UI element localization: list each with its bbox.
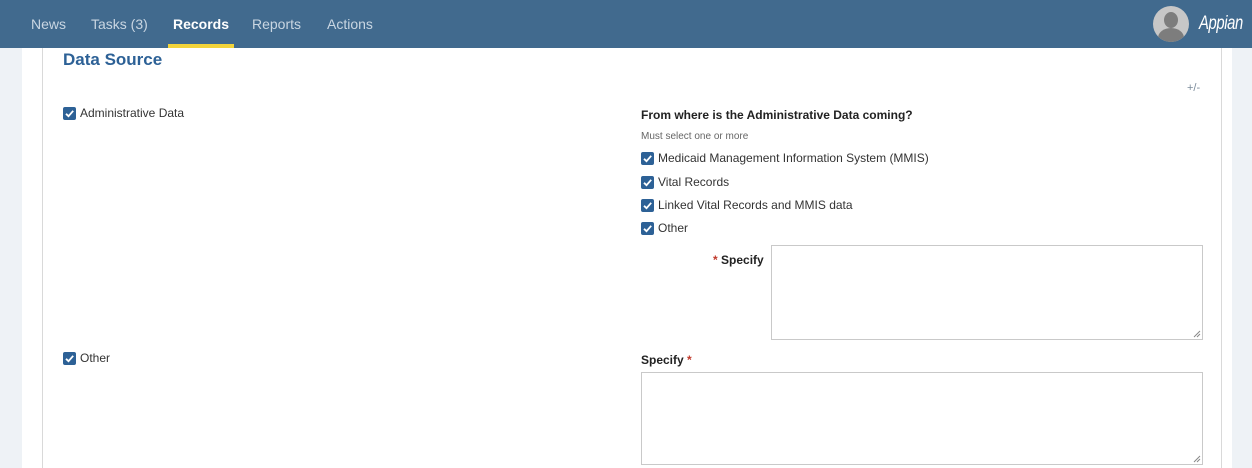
admin-specify-label-text: Specify — [721, 253, 764, 267]
nav-tab-actions[interactable]: Actions — [327, 0, 373, 48]
avatar-head-shape — [1164, 12, 1178, 28]
vital-records-label: Vital Records — [658, 175, 730, 189]
section-title: Data Source — [63, 50, 163, 69]
checkmark-icon — [643, 155, 652, 163]
checkmark-icon — [643, 179, 652, 187]
nav-tab-records[interactable]: Records — [168, 0, 235, 48]
resize-grip-icon[interactable] — [1193, 330, 1201, 338]
admin-source-hint: Must select one or more — [641, 131, 749, 142]
mmis-checkbox[interactable] — [641, 152, 654, 165]
administrative-data-label: Administrative Data — [80, 106, 185, 120]
nav-tab-tasks[interactable]: Tasks (3) — [91, 0, 148, 48]
administrative-data-checkbox[interactable] — [63, 107, 76, 120]
checkmark-icon — [65, 110, 74, 118]
admin-other-checkbox[interactable] — [641, 222, 654, 235]
section-expand-toggle[interactable]: +/- — [1187, 82, 1200, 94]
required-marker: * — [687, 353, 692, 367]
linked-records-checkbox[interactable] — [641, 199, 654, 212]
admin-source-question: From where is the Administrative Data co… — [641, 108, 913, 122]
other-specify-label-text: Specify — [641, 353, 684, 367]
user-avatar[interactable] — [1153, 6, 1189, 42]
page-gutter-right — [1232, 48, 1252, 468]
admin-other-label: Other — [658, 221, 689, 235]
mmis-label: Medicaid Management Information System (… — [658, 151, 929, 165]
app-logo[interactable]: Appian — [1199, 0, 1243, 48]
nav-tab-reports-label: Reports — [252, 16, 302, 32]
nav-tab-reports[interactable]: Reports — [252, 0, 301, 48]
avatar-shoulders-shape — [1158, 28, 1184, 42]
top-nav-bar: News Tasks (3) Records Reports Actions A… — [0, 0, 1252, 48]
required-marker: * — [713, 253, 718, 267]
admin-specify-label: * Specify — [713, 253, 764, 267]
nav-tab-news-label: News — [31, 16, 67, 32]
linked-records-label: Linked Vital Records and MMIS data — [658, 198, 853, 212]
nav-tab-news[interactable]: News — [31, 0, 66, 48]
checkmark-icon — [65, 355, 74, 363]
vital-records-checkbox[interactable] — [641, 176, 654, 189]
other-specify-label: Specify * — [641, 353, 692, 367]
nav-tab-records-label: Records — [173, 16, 230, 32]
resize-grip-icon[interactable] — [1193, 455, 1201, 463]
page-gutter-left — [0, 48, 22, 468]
nav-tab-actions-label: Actions — [327, 16, 373, 32]
other-checkbox[interactable] — [63, 352, 76, 365]
checkmark-icon — [643, 225, 652, 233]
other-label: Other — [80, 351, 111, 365]
checkmark-icon — [643, 202, 652, 210]
nav-tab-tasks-label: Tasks (3) — [91, 16, 148, 32]
admin-specify-textarea[interactable] — [771, 245, 1203, 340]
other-specify-textarea[interactable] — [641, 372, 1203, 465]
